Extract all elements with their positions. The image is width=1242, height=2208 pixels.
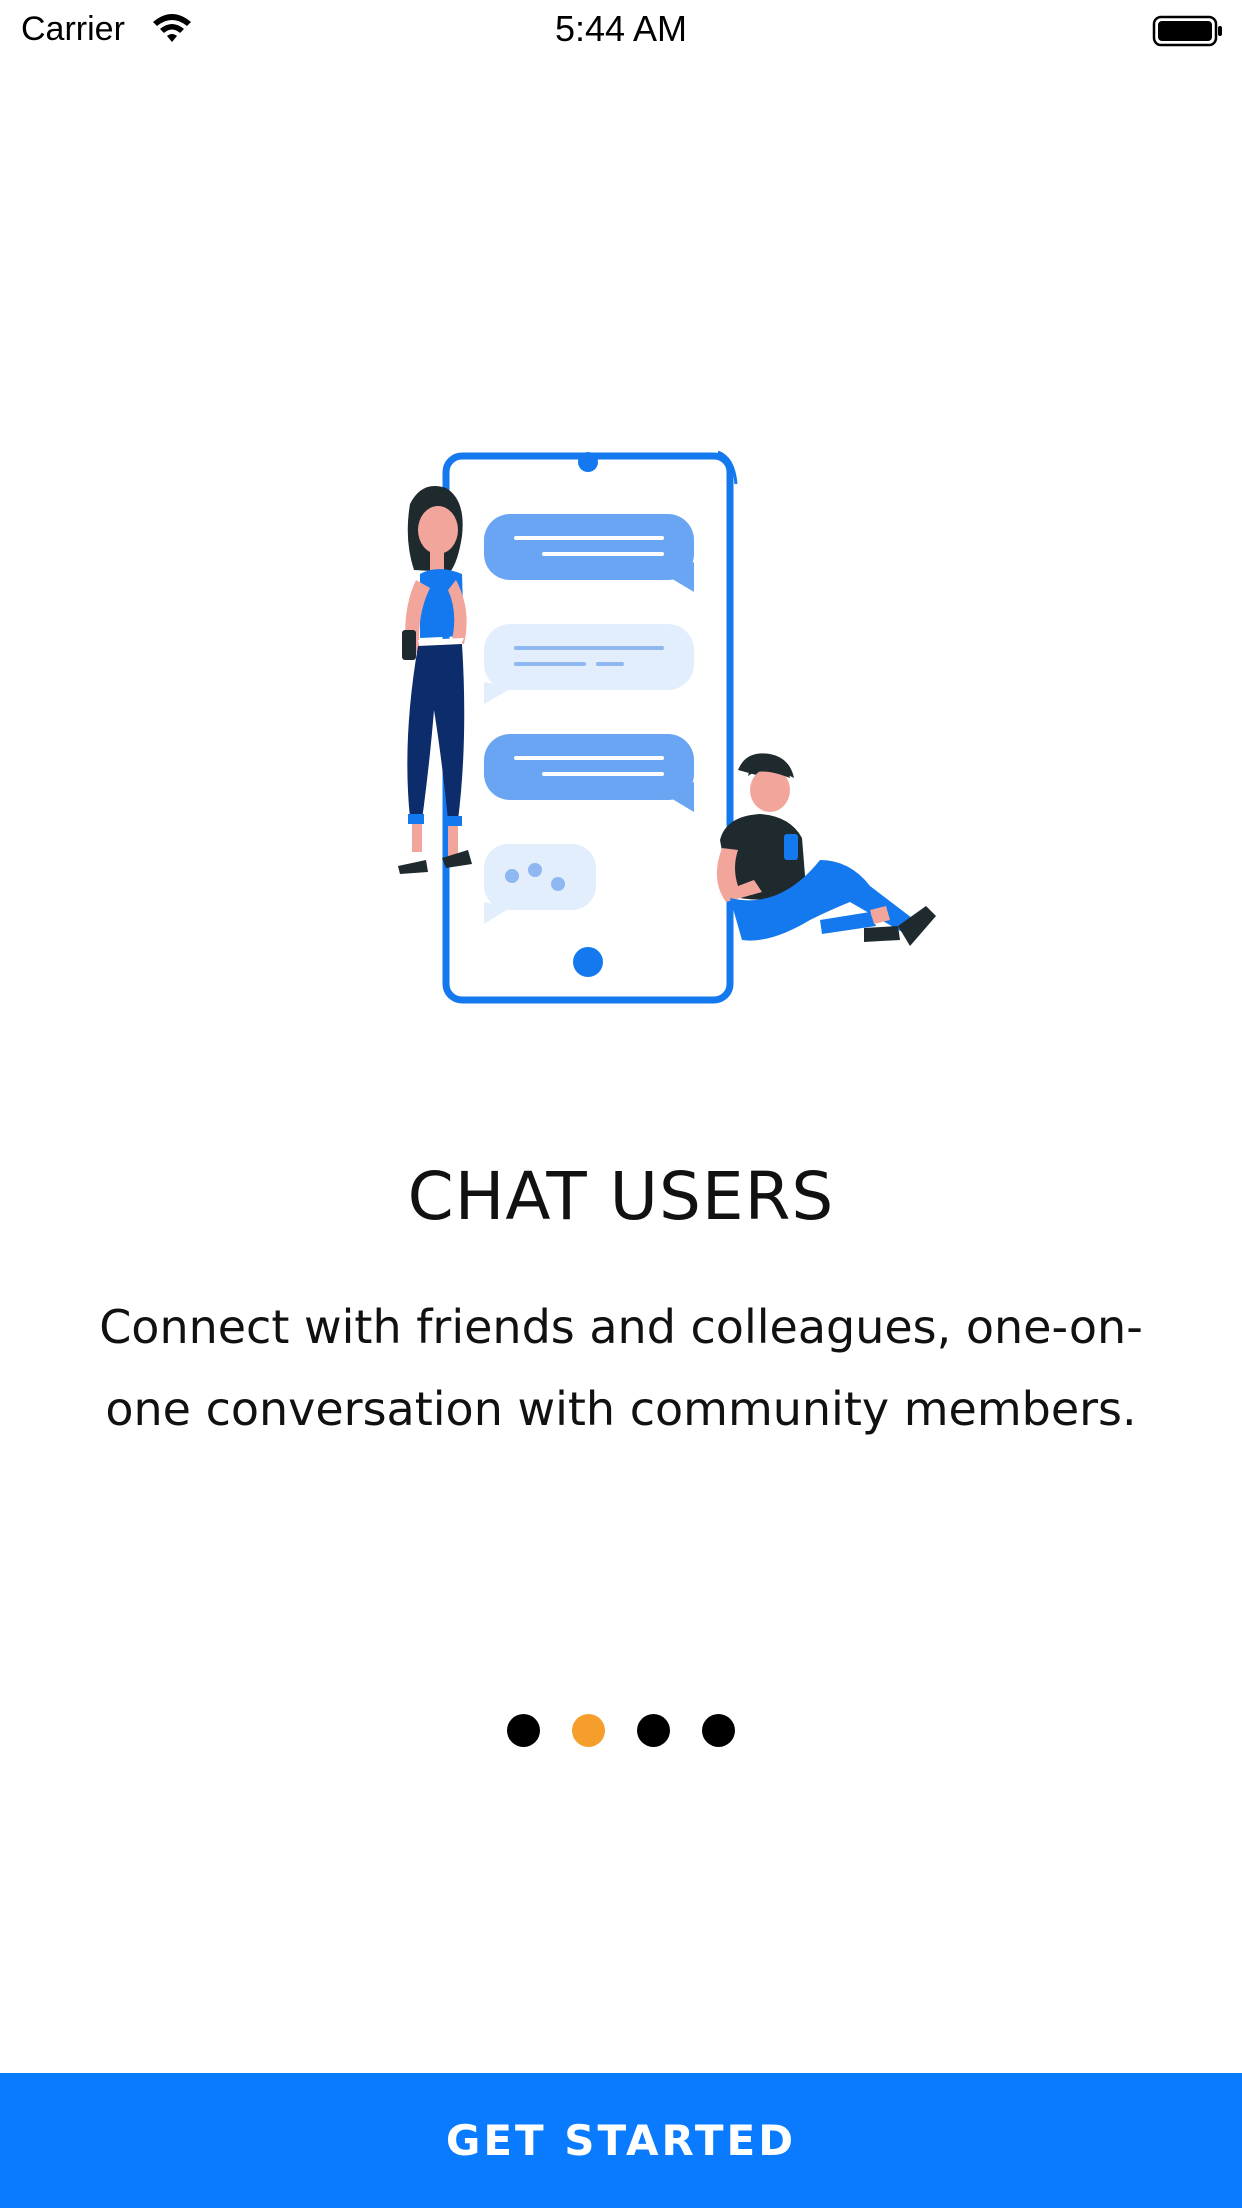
- chat-illustration: [398, 450, 936, 1004]
- clock: 5:44 AM: [554, 8, 688, 49]
- page-dot-3[interactable]: [637, 1714, 670, 1747]
- battery-icon: [1152, 15, 1222, 47]
- onboarding-title: CHAT USERS: [407, 1158, 835, 1235]
- status-bar: Carrier 5:44 AM: [0, 0, 1242, 64]
- page-indicator[interactable]: [0, 1714, 1242, 1747]
- page-dot-2-active[interactable]: [572, 1714, 605, 1747]
- page-dot-4[interactable]: [702, 1714, 735, 1747]
- onboarding-description: Connect with friends and colleagues, one…: [99, 1300, 1143, 1436]
- get-started-button[interactable]: GET STARTED: [0, 2073, 1242, 2208]
- page-dot-1[interactable]: [507, 1714, 540, 1747]
